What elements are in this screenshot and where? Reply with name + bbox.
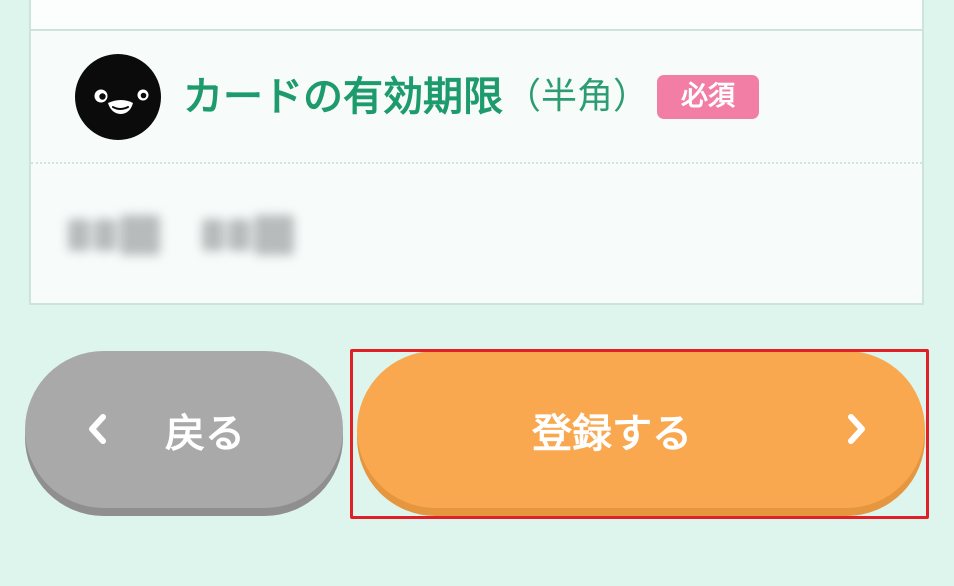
chevron-right-icon xyxy=(847,413,867,445)
expiry-date-section: カードの有効期限 （半角） 必須 xyxy=(31,31,922,303)
expiry-values xyxy=(68,210,294,260)
form-card: カードの有効期限 （半角） 必須 xyxy=(29,0,924,305)
field-header: カードの有効期限 （半角） 必須 xyxy=(31,31,922,162)
field-title: カードの有効期限 xyxy=(183,73,503,120)
required-badge: 必須 xyxy=(657,74,760,119)
previous-section xyxy=(31,0,922,31)
back-button-label: 戻る xyxy=(165,410,245,457)
register-button[interactable]: 登録する xyxy=(357,351,925,508)
expiry-year-field[interactable] xyxy=(202,210,294,260)
field-note: （半角） xyxy=(505,75,650,117)
penguin-icon xyxy=(75,53,161,140)
back-button[interactable]: 戻る xyxy=(25,351,343,508)
chevron-left-icon xyxy=(87,413,107,445)
expiry-month-field[interactable] xyxy=(68,210,160,260)
register-button-label: 登録する xyxy=(532,410,692,457)
dotted-divider xyxy=(31,162,922,164)
